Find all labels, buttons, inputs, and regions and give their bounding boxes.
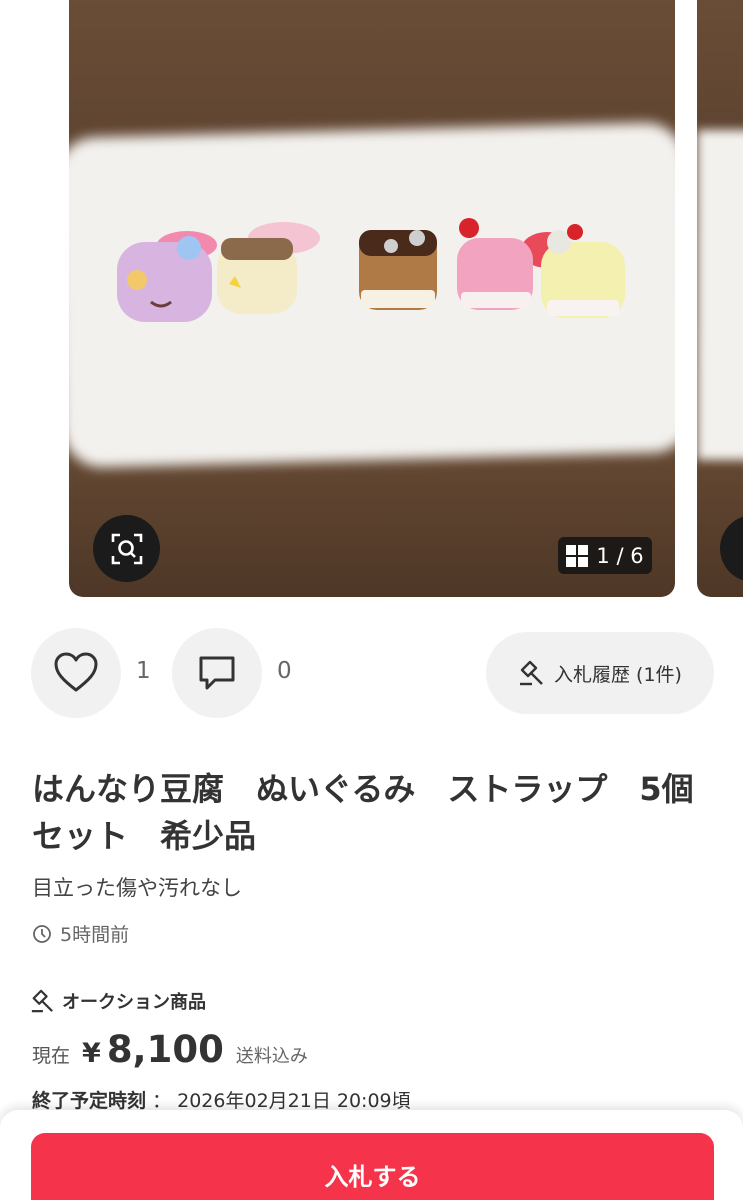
bid-history-label: 入札履歴 (1件) [554, 663, 682, 686]
bid-button[interactable]: 入札する [31, 1133, 714, 1200]
currency-symbol: ¥ [82, 1038, 101, 1069]
zoom-button[interactable] [93, 515, 160, 582]
price-label: 現在 [32, 1045, 71, 1067]
comment-button[interactable] [172, 628, 262, 718]
image-carousel[interactable]: 1 / 6 [0, 0, 743, 600]
clock-icon [33, 924, 51, 943]
like-count: 1 [136, 658, 151, 684]
end-time-value: 2026年02月21日 20:09頃 [177, 1090, 411, 1112]
grid-icon [566, 544, 589, 567]
item-description: 目立った傷や汚れなし [32, 876, 242, 900]
plush-toys-illustration [117, 218, 625, 322]
posted-time: 5時間前 [32, 920, 129, 947]
end-time-separator: ： [152, 1090, 172, 1112]
photo-counter-text: 1 / 6 [596, 543, 644, 568]
next-photo-preview[interactable] [697, 0, 743, 597]
gavel-icon [31, 989, 53, 1013]
bid-button-label: 入札する [324, 1163, 421, 1191]
photo-counter[interactable]: 1 / 6 [558, 537, 652, 574]
end-time-row: 終了予定時刻 ： 2026年02月21日 20:09頃 [32, 1086, 411, 1113]
zoom-search-icon [111, 533, 142, 564]
comment-icon [199, 656, 235, 690]
end-time-label: 終了予定時刻 [32, 1090, 147, 1112]
like-button[interactable] [31, 628, 121, 718]
gavel-icon [520, 660, 543, 686]
item-title: はんなり豆腐 ぬいぐるみ ストラップ 5個セット 希少品 [32, 770, 694, 855]
heart-icon [54, 652, 98, 692]
auction-tag: オークション商品 [30, 988, 206, 1014]
auction-tag-label: オークション商品 [62, 992, 206, 1013]
price-row: 現在 ¥ 8,100 送料込み [32, 1028, 308, 1071]
price-value: 8,100 [106, 1028, 224, 1071]
comment-count: 0 [277, 658, 292, 684]
product-photo[interactable] [69, 0, 675, 597]
shipping-note: 送料込み [235, 1046, 308, 1067]
posted-time-text: 5時間前 [60, 924, 130, 946]
item-detail-page: 1 / 6 1 0 入札履歴 (1件) はんなり豆腐 ぬいぐるみ ストラップ 5… [0, 0, 743, 1200]
bid-history-button[interactable]: 入札履歴 (1件) [486, 632, 714, 714]
